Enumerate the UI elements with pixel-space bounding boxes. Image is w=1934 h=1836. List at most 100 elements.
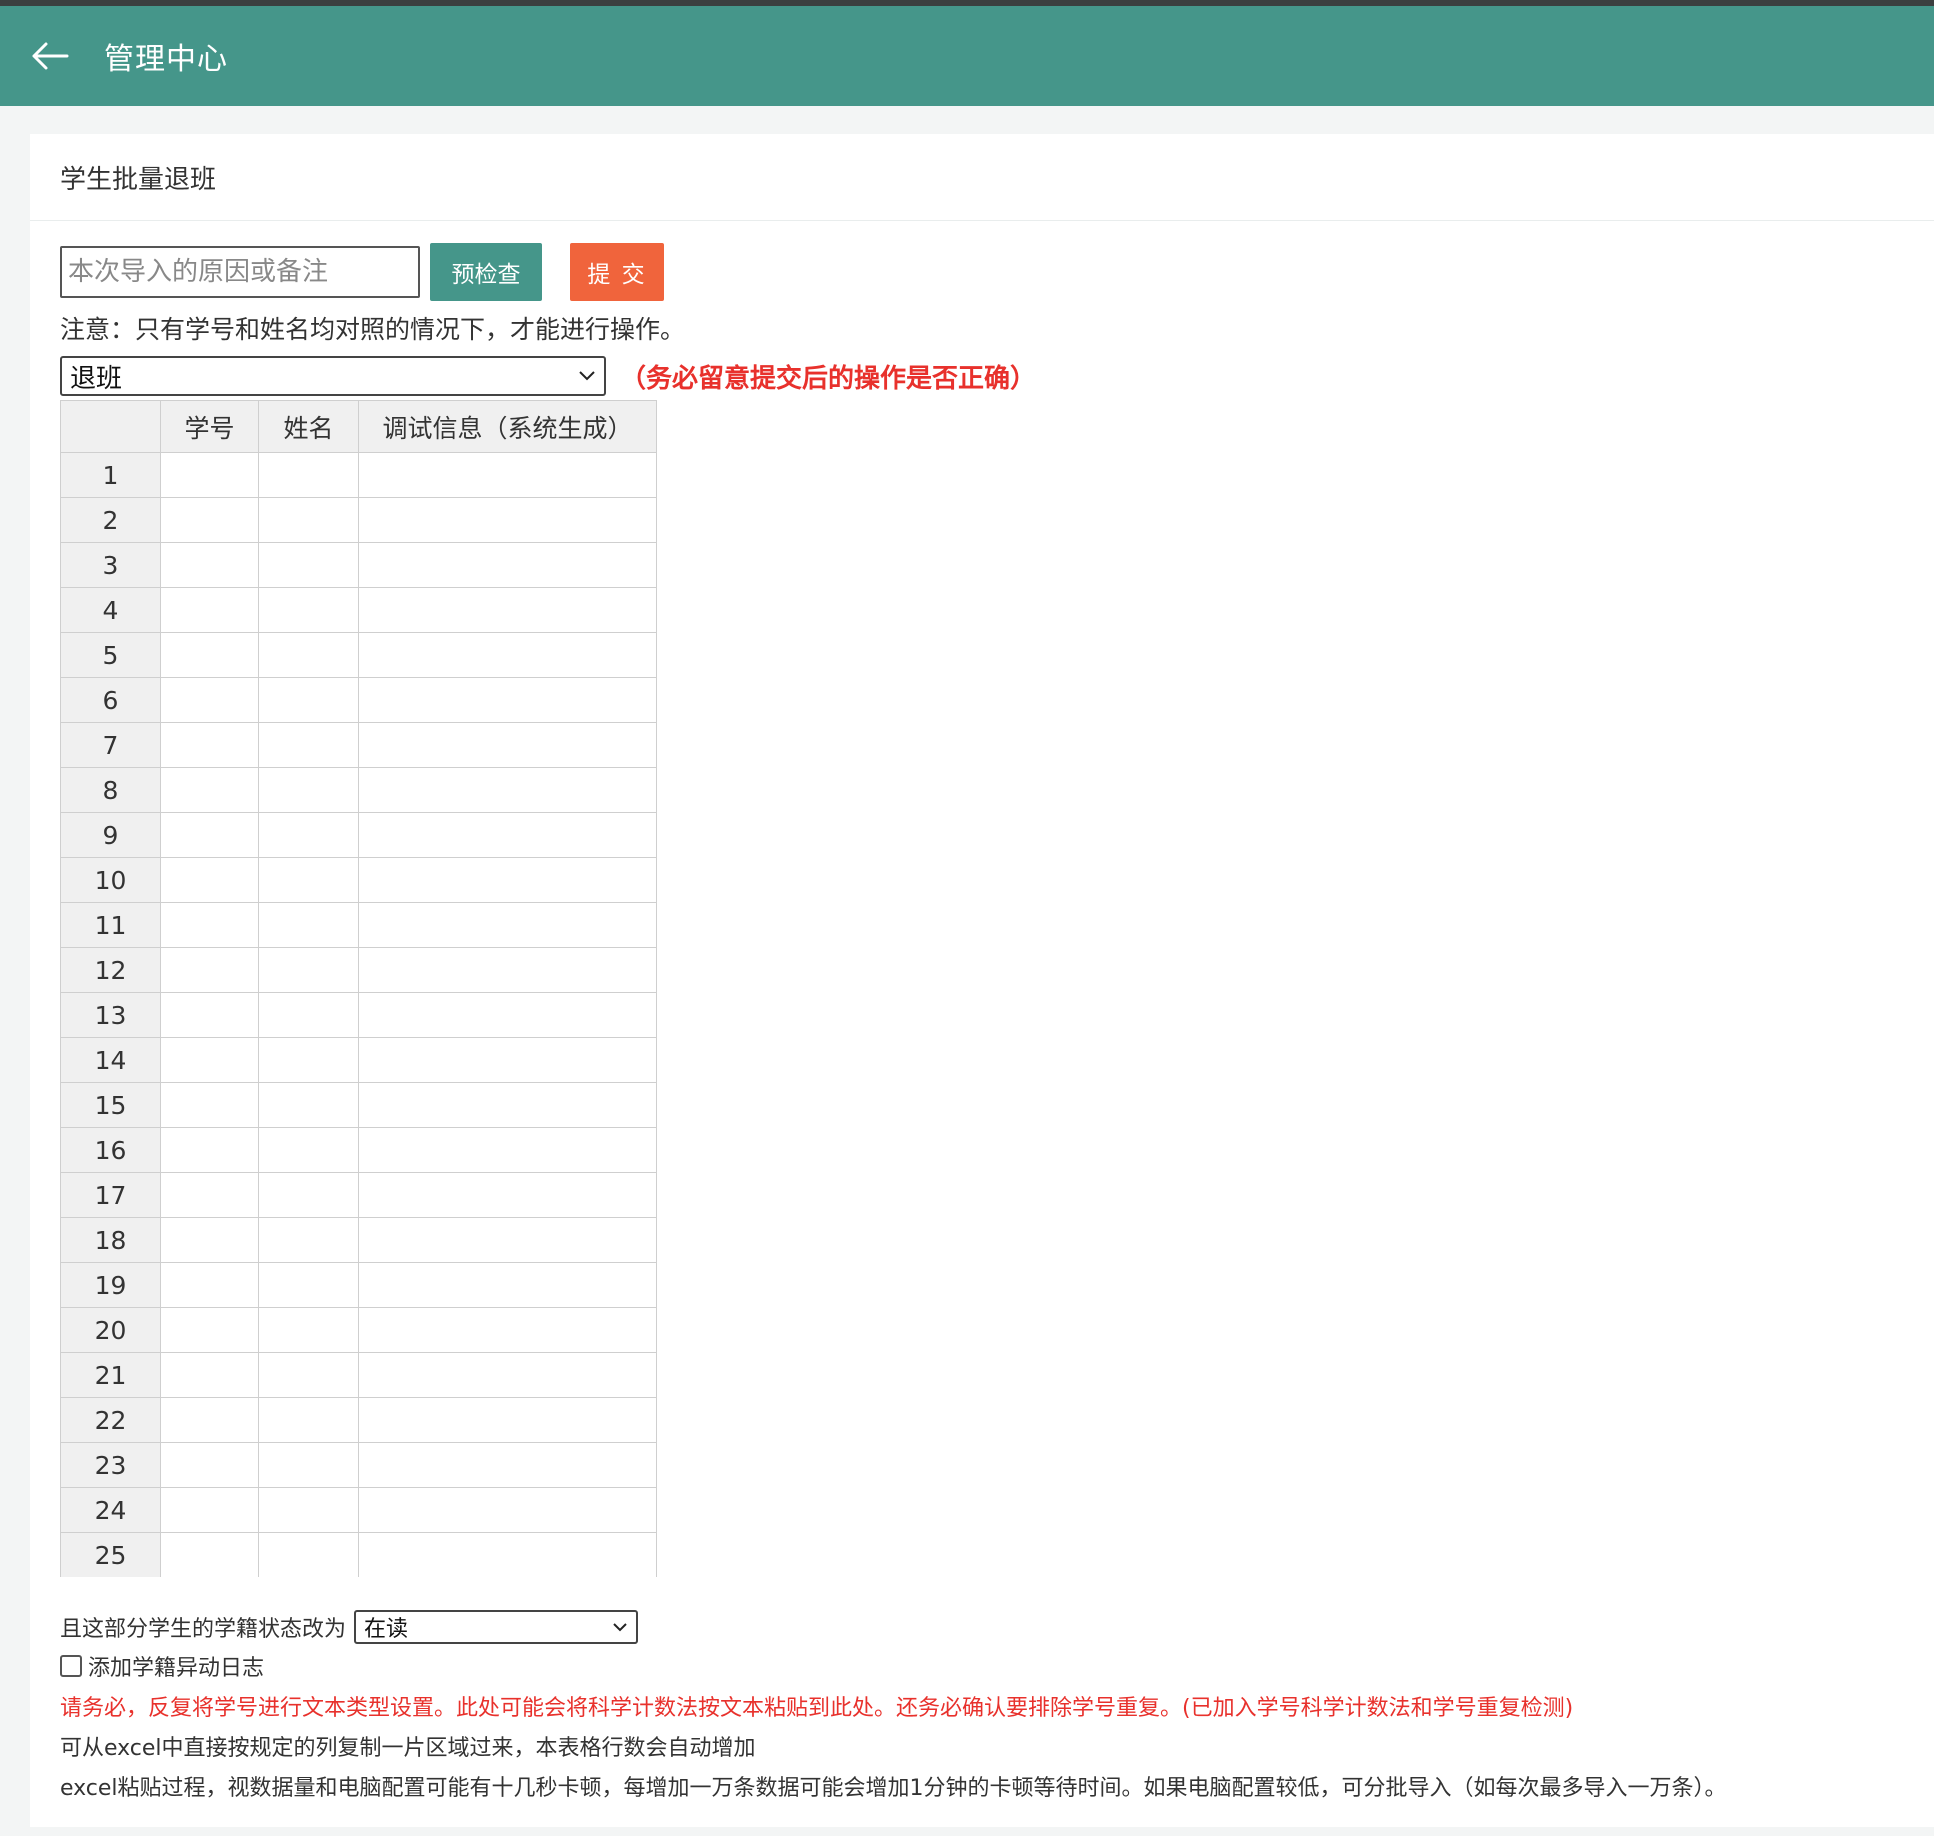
grid-cell[interactable] <box>160 1307 259 1353</box>
grid-cell[interactable] <box>358 542 657 588</box>
grid-cell[interactable] <box>258 992 359 1038</box>
table-row: 10 <box>60 857 657 903</box>
main-card: 学生批量退班 预检查 提 交 注意：只有学号和姓名均对照的情况下，才能进行操作。… <box>30 134 1934 1827</box>
table-row: 18 <box>60 1217 657 1263</box>
grid-cell[interactable] <box>160 1352 259 1398</box>
table-row: 6 <box>60 677 657 723</box>
grid-cell[interactable] <box>258 1127 359 1173</box>
column-header[interactable]: 调试信息（系统生成） <box>358 400 657 453</box>
grid-cell[interactable] <box>258 632 359 678</box>
grid-cell[interactable] <box>258 722 359 768</box>
grid-cell[interactable] <box>258 1172 359 1218</box>
grid-cell[interactable] <box>358 1442 657 1488</box>
arrow-left-icon <box>32 42 69 70</box>
grid-cell[interactable] <box>160 542 259 588</box>
grid-cell[interactable] <box>358 947 657 993</box>
grid-cell[interactable] <box>258 497 359 543</box>
grid-cell[interactable] <box>160 947 259 993</box>
row-number-cell: 5 <box>60 632 161 678</box>
grid-cell[interactable] <box>258 767 359 813</box>
grid-cell[interactable] <box>258 1037 359 1083</box>
grid-cell[interactable] <box>358 1082 657 1128</box>
submit-button[interactable]: 提 交 <box>570 243 664 301</box>
grid-cell[interactable] <box>258 452 359 498</box>
grid-cell[interactable] <box>358 857 657 903</box>
grid-cell[interactable] <box>258 1397 359 1443</box>
grid-cell[interactable] <box>258 587 359 633</box>
grid-cell[interactable] <box>160 722 259 768</box>
table-row: 14 <box>60 1037 657 1083</box>
grid-cell[interactable] <box>160 857 259 903</box>
grid-cell[interactable] <box>358 812 657 858</box>
grid-cell[interactable] <box>160 632 259 678</box>
grid-cell[interactable] <box>160 1487 259 1533</box>
grid-cell[interactable] <box>258 812 359 858</box>
operation-select[interactable]: 退班 <box>60 356 606 396</box>
grid-cell[interactable] <box>160 992 259 1038</box>
grid-cell[interactable] <box>160 1262 259 1308</box>
grid-cell[interactable] <box>358 1532 657 1577</box>
grid-cell[interactable] <box>258 1442 359 1488</box>
grid-cell[interactable] <box>358 722 657 768</box>
log-checkbox-label[interactable]: 添加学籍异动日志 <box>88 1650 264 1682</box>
grid-cell[interactable] <box>358 587 657 633</box>
row-number-cell: 18 <box>60 1217 161 1263</box>
grid-cell[interactable] <box>160 1217 259 1263</box>
grid-cell[interactable] <box>160 1082 259 1128</box>
log-checkbox[interactable] <box>60 1655 82 1677</box>
column-header[interactable]: 学号 <box>160 400 259 453</box>
grid-cell[interactable] <box>358 1217 657 1263</box>
grid-cell[interactable] <box>160 1442 259 1488</box>
back-button[interactable] <box>28 34 72 78</box>
grid-cell[interactable] <box>358 767 657 813</box>
grid-cell[interactable] <box>258 677 359 723</box>
grid-cell[interactable] <box>258 1082 359 1128</box>
grid-cell[interactable] <box>358 1397 657 1443</box>
grid-cell[interactable] <box>258 1487 359 1533</box>
grid-cell[interactable] <box>358 1307 657 1353</box>
column-header[interactable]: 姓名 <box>258 400 359 453</box>
grid-cell[interactable] <box>160 587 259 633</box>
grid-cell[interactable] <box>358 902 657 948</box>
grid-cell[interactable] <box>258 1262 359 1308</box>
grid-cell[interactable] <box>160 767 259 813</box>
grid-cell[interactable] <box>258 857 359 903</box>
grid-cell[interactable] <box>358 497 657 543</box>
grid-cell[interactable] <box>160 452 259 498</box>
grid-cell[interactable] <box>160 1172 259 1218</box>
grid-cell[interactable] <box>160 812 259 858</box>
grid-cell[interactable] <box>160 1037 259 1083</box>
grid-cell[interactable] <box>160 497 259 543</box>
header-title: 管理中心 <box>104 42 228 77</box>
grid-cell[interactable] <box>258 1532 359 1577</box>
row-number-cell: 23 <box>60 1442 161 1488</box>
grid-cell[interactable] <box>160 902 259 948</box>
grid-cell[interactable] <box>358 1352 657 1398</box>
grid-cell[interactable] <box>358 1172 657 1218</box>
status-select[interactable]: 在读 <box>354 1610 639 1644</box>
grid-cell[interactable] <box>258 542 359 588</box>
data-grid-scroll[interactable]: 学号 姓名 调试信息（系统生成） 1 2 3 4 5 6 7 8 9 10 11 12 13 14 15 16… <box>60 400 658 1577</box>
precheck-button[interactable]: 预检查 <box>430 243 542 301</box>
grid-cell[interactable] <box>358 1487 657 1533</box>
grid-cell[interactable] <box>358 1262 657 1308</box>
table-row: 7 <box>60 722 657 768</box>
grid-cell[interactable] <box>258 1217 359 1263</box>
grid-cell[interactable] <box>160 677 259 723</box>
grid-cell[interactable] <box>358 1127 657 1173</box>
grid-cell[interactable] <box>358 677 657 723</box>
grid-cell[interactable] <box>160 1127 259 1173</box>
grid-cell[interactable] <box>358 1037 657 1083</box>
grid-cell[interactable] <box>258 1352 359 1398</box>
grid-cell[interactable] <box>358 632 657 678</box>
row-number-cell: 22 <box>60 1397 161 1443</box>
grid-cell[interactable] <box>358 452 657 498</box>
remark-input[interactable] <box>60 246 420 298</box>
grid-cell[interactable] <box>258 902 359 948</box>
table-row: 8 <box>60 767 657 813</box>
grid-cell[interactable] <box>160 1397 259 1443</box>
grid-cell[interactable] <box>258 1307 359 1353</box>
grid-cell[interactable] <box>358 992 657 1038</box>
grid-cell[interactable] <box>160 1532 259 1577</box>
grid-cell[interactable] <box>258 947 359 993</box>
